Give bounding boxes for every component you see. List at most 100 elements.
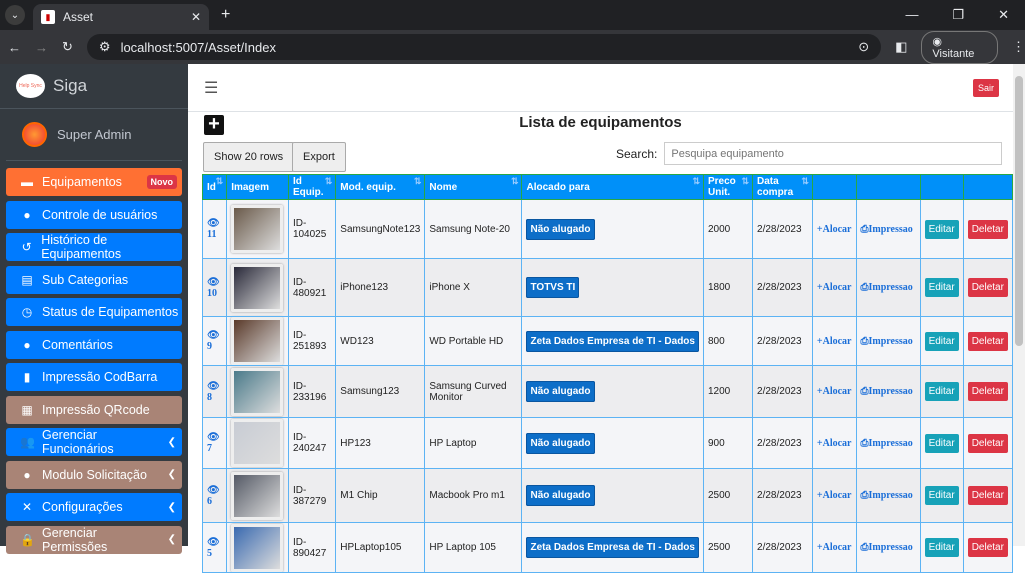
view-link[interactable]: 👁5 <box>207 537 220 559</box>
view-link[interactable]: 👁6 <box>207 485 220 507</box>
allocate-link[interactable]: +Alocar <box>817 490 852 501</box>
edit-button[interactable]: Editar <box>924 278 959 297</box>
forward-icon[interactable]: → <box>35 40 48 55</box>
scrollbar-thumb[interactable] <box>1015 76 1023 346</box>
sidebar-item-impress-o-codbarra[interactable]: ▮ Impressão CodBarra <box>6 363 182 391</box>
delete-button[interactable]: Deletar <box>967 538 1008 557</box>
allocate-link[interactable]: +Alocar <box>817 386 852 397</box>
delete-button[interactable]: Deletar <box>967 486 1008 505</box>
equipment-image <box>231 317 284 365</box>
edit-button[interactable]: Editar <box>924 219 959 239</box>
print-link[interactable]: ⎙Impressao <box>861 490 913 501</box>
sort-icon[interactable]: ⇅ <box>741 176 749 187</box>
delete-button[interactable]: Deletar <box>967 219 1008 239</box>
maximize-icon[interactable]: ❐ <box>952 7 964 23</box>
edit-button[interactable]: Editar <box>924 538 959 557</box>
hamburger-icon[interactable]: ☰ <box>204 78 218 98</box>
sort-icon[interactable]: ⇅ <box>414 176 422 187</box>
print-link[interactable]: ⎙Impressao <box>861 542 913 553</box>
delete-button[interactable]: Deletar <box>967 331 1008 351</box>
print-link[interactable]: ⎙Impressao <box>861 336 913 347</box>
scrollbar[interactable] <box>1013 64 1025 546</box>
sort-icon[interactable]: ⇅ <box>216 176 224 187</box>
minimize-icon[interactable]: — <box>905 7 918 23</box>
sidebar-item-modulo-solicita-o[interactable]: ● Modulo Solicitação ❮ <box>6 460 182 489</box>
sort-icon[interactable]: ⇅ <box>801 176 809 187</box>
equip-id: ID-251893 <box>287 316 337 366</box>
site-info-icon[interactable]: ⚙ <box>99 39 111 55</box>
sidebar-item-impress-o-qrcode[interactable]: ▦ Impressão QRcode <box>6 395 182 424</box>
sidebar-item-label: Comentários <box>42 337 113 352</box>
view-link[interactable]: 👁10 <box>207 277 220 299</box>
column-header[interactable]: Alocado para ⇅ <box>521 174 704 200</box>
delete-button[interactable]: Deletar <box>967 433 1008 453</box>
new-tab-icon[interactable]: + <box>221 6 230 24</box>
profile-label: Visitante <box>932 47 975 60</box>
sidebar-item-sub-categorias[interactable]: ▤ Sub Categorias <box>6 265 182 294</box>
sidebar-item-gerenciar-permiss-es[interactable]: 🔒 Gerenciar Permissões ❮ <box>6 525 182 554</box>
allocate-link[interactable]: +Alocar <box>817 224 852 235</box>
sidebar-item-configura-es[interactable]: ✕ Configurações ❮ <box>6 493 182 521</box>
chevron-left-icon: ❮ <box>167 501 176 513</box>
column-header[interactable]: Mod. equip. ⇅ <box>335 174 426 200</box>
delete-button[interactable]: Deletar <box>967 278 1008 297</box>
unit-price: 2500 <box>702 522 754 573</box>
column-header[interactable]: Preco Unit. ⇅ <box>702 174 754 200</box>
print-label: Impressao <box>868 386 913 397</box>
edit-button[interactable]: Editar <box>924 331 959 351</box>
sidebar-item-hist-rico-de-equipamentos[interactable]: ↺ Histórico de Equipamentos <box>6 233 182 261</box>
sidebar-item-status-de-equipamentos[interactable]: ◷ Status de Equipamentos <box>6 298 182 326</box>
allocate-link[interactable]: +Alocar <box>817 542 852 553</box>
column-header[interactable]: Id Equip. ⇅ <box>287 174 337 200</box>
equip-id: ID-233196 <box>287 365 337 418</box>
allocate-link[interactable]: +Alocar <box>817 438 852 449</box>
sort-icon[interactable]: ⇅ <box>511 176 519 187</box>
add-equipment-button[interactable]: + <box>204 114 224 135</box>
print-link[interactable]: ⎙Impressao <box>861 386 913 397</box>
sidebar-item-coment-rios[interactable]: ● Comentários <box>6 330 182 359</box>
sidebar-item-gerenciar-funcion-rios[interactable]: 👥 Gerenciar Funcionários ❮ <box>6 428 182 456</box>
back-icon[interactable]: ← <box>8 40 21 55</box>
view-link[interactable]: 👁8 <box>207 381 220 403</box>
print-link[interactable]: ⎙Impressao <box>861 282 913 293</box>
favicon-icon: ▮ <box>41 10 55 24</box>
reload-icon[interactable]: ↻ <box>62 39 73 55</box>
sort-icon[interactable]: ⇅ <box>325 176 333 187</box>
view-link[interactable]: 👁11 <box>207 218 220 240</box>
view-link[interactable]: 👁9 <box>207 330 220 352</box>
close-tab-icon[interactable]: ✕ <box>191 10 201 24</box>
show-rows-button[interactable]: Show 20 rows <box>203 142 295 172</box>
logout-button[interactable]: Sair <box>972 78 999 97</box>
edit-button[interactable]: Editar <box>924 486 959 505</box>
sidepanel-icon[interactable]: ◧ <box>895 39 907 55</box>
allocate-link[interactable]: +Alocar <box>817 282 852 293</box>
sidebar-item-equipamentos[interactable]: ▬ Equipamentos Novo <box>6 168 182 196</box>
browser-tab[interactable]: ▮ Asset ✕ <box>33 4 209 30</box>
profile-button[interactable]: ◉ Visitante <box>921 30 998 64</box>
menu-icon[interactable]: ⋮ <box>1012 39 1025 55</box>
column-header[interactable]: Id ⇅ <box>201 174 228 200</box>
delete-button[interactable]: Deletar <box>967 382 1008 401</box>
close-window-icon[interactable]: ✕ <box>998 7 1009 23</box>
row-id: 9 <box>207 341 212 352</box>
allocate-link[interactable]: +Alocar <box>817 336 852 347</box>
print-link[interactable]: ⎙Impressao <box>861 224 913 235</box>
tab-search-icon[interactable]: ⌄ <box>5 5 25 25</box>
edit-button[interactable]: Editar <box>924 382 959 401</box>
location-icon[interactable]: ⊙ <box>858 39 869 55</box>
column-header[interactable]: Nome ⇅ <box>424 174 523 200</box>
print-label: Impressao <box>868 335 913 347</box>
column-header[interactable]: Data compra ⇅ <box>752 174 813 200</box>
export-button[interactable]: Export <box>292 142 346 172</box>
sidebar-item-controle-de-usu-rios[interactable]: ● Controle de usuários <box>6 200 182 229</box>
edit-button[interactable]: Editar <box>924 433 959 453</box>
url-field[interactable]: ⚙ localhost:5007/Asset/Index ⊙ <box>86 34 882 60</box>
search-input[interactable] <box>664 142 1003 165</box>
user-panel[interactable]: Super Admin <box>6 109 182 161</box>
allocation-badge: Não alugado <box>526 218 595 240</box>
brand[interactable]: Help Sync Siga <box>0 64 188 109</box>
sort-icon[interactable]: ⇅ <box>692 176 700 187</box>
print-label: Impressao <box>868 542 913 553</box>
print-link[interactable]: ⎙Impressao <box>861 438 913 449</box>
view-link[interactable]: 👁7 <box>207 432 220 454</box>
